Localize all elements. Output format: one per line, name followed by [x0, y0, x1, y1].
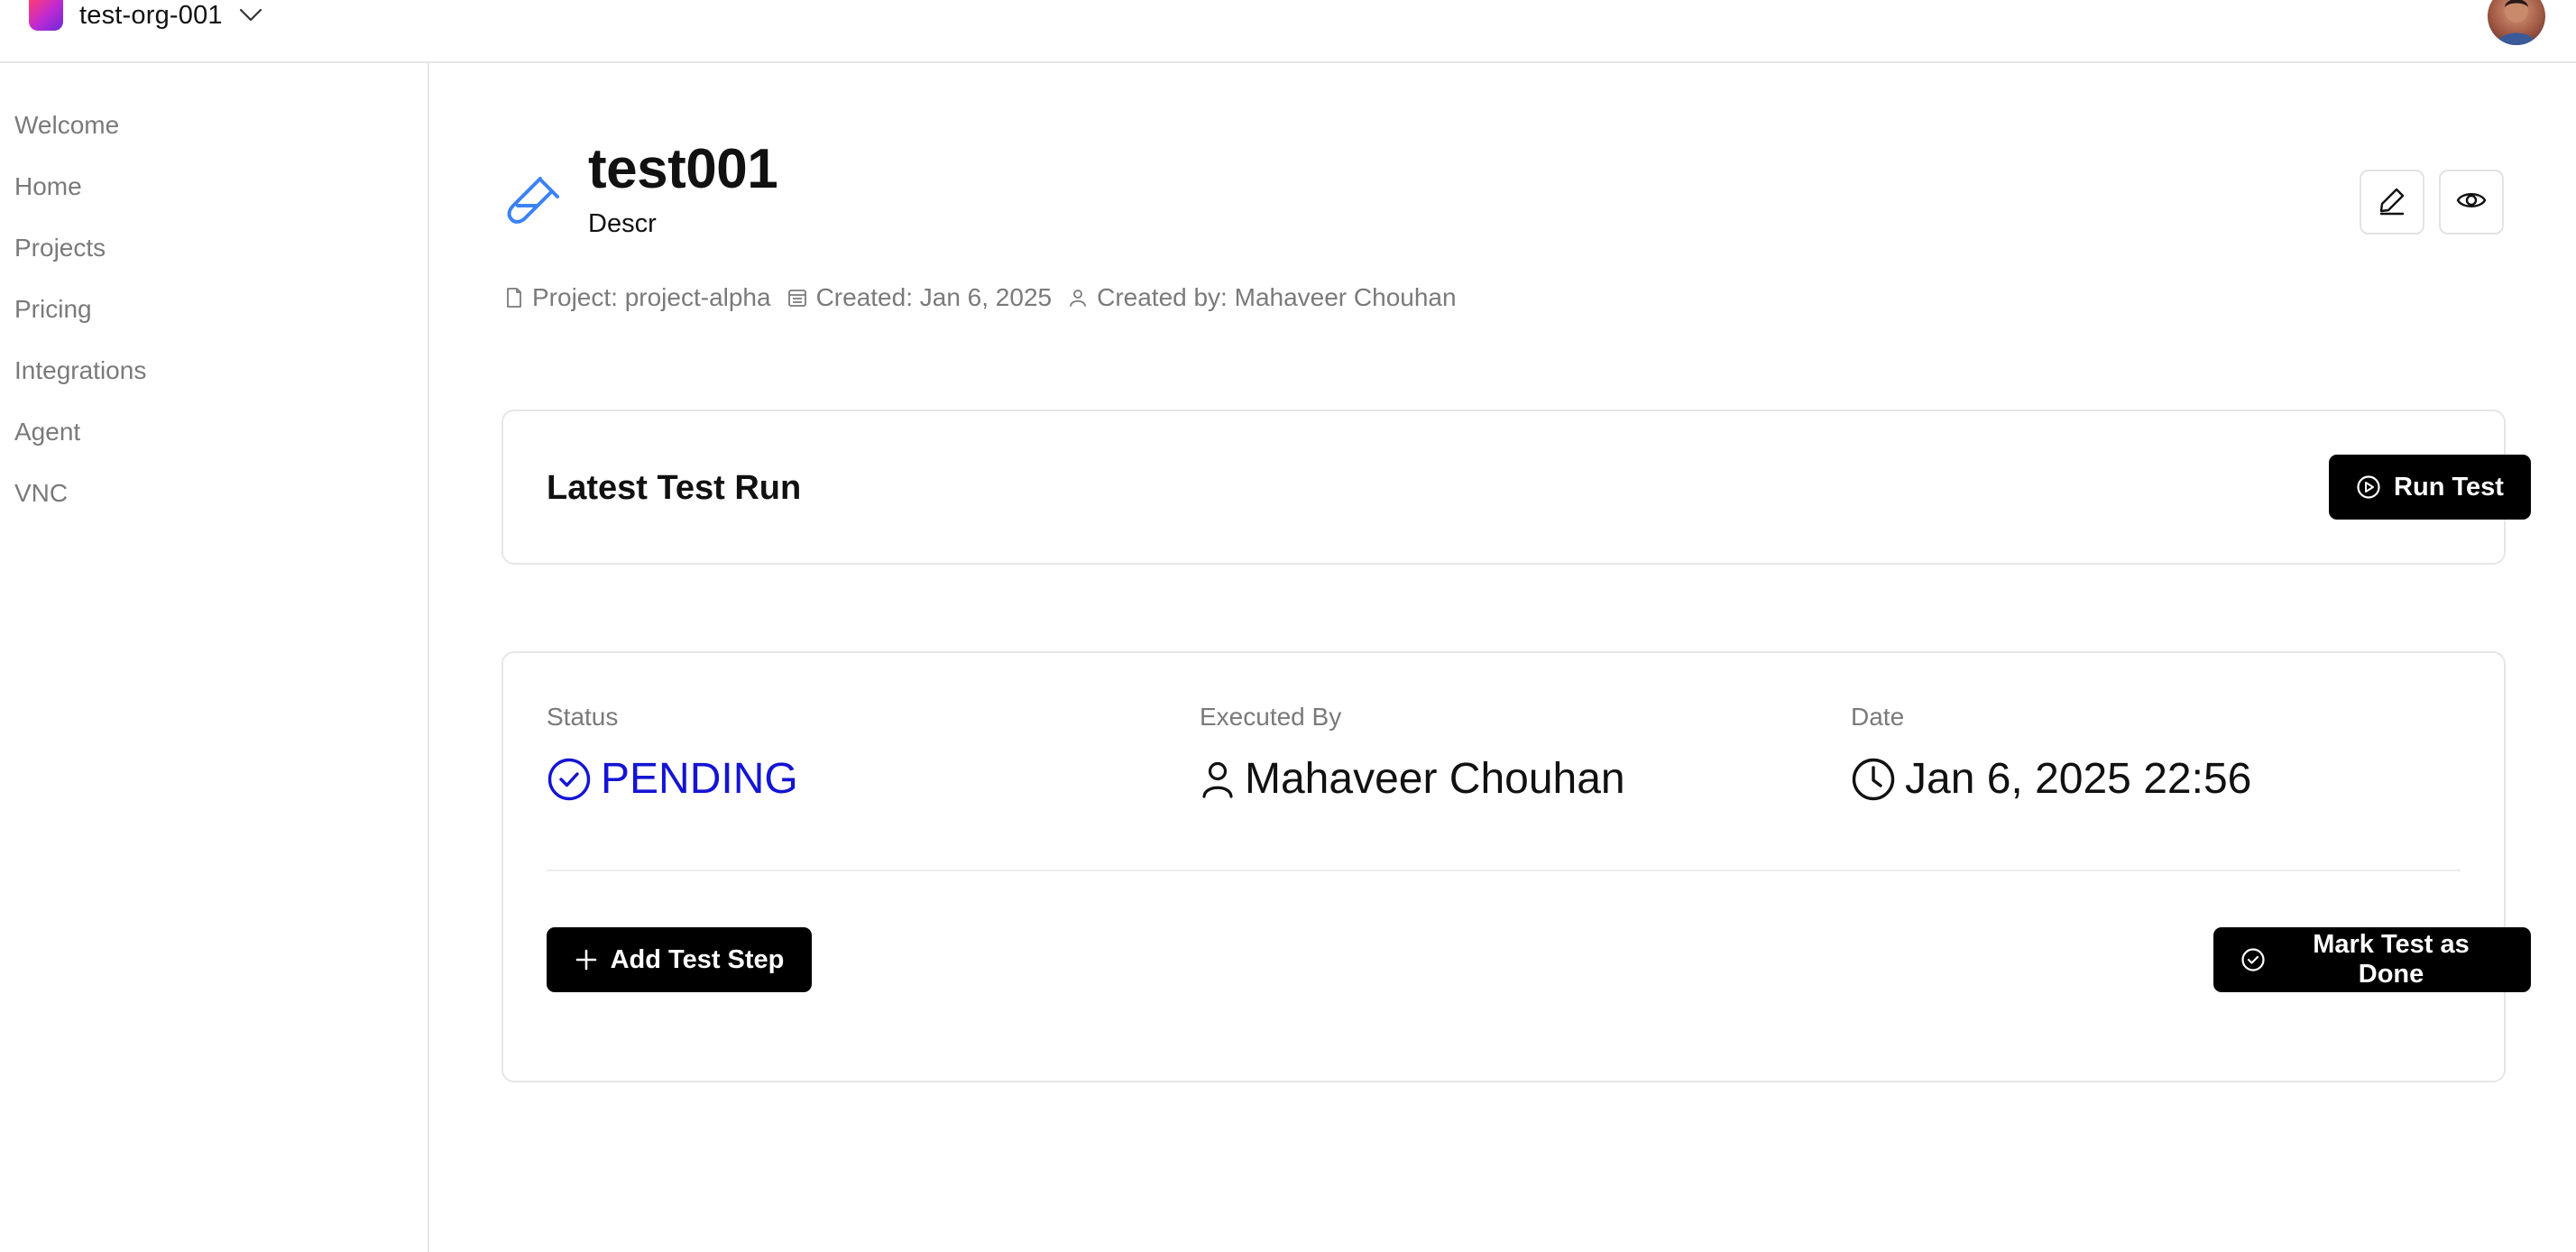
meta-created: Created: Jan 6, 2025 [787, 283, 1053, 312]
check-circle-icon [547, 757, 592, 802]
avatar[interactable] [2488, 0, 2545, 45]
executed-by-value: Mahaveer Chouhan [1245, 755, 1625, 803]
status-column: Status PENDING [547, 702, 798, 806]
check-circle-icon [2240, 947, 2266, 972]
sidebar-item-pricing[interactable]: Pricing [14, 294, 92, 325]
status-value-row: PENDING [547, 752, 798, 806]
test-status-card: Status PENDING Executed By Mahaveer Chou… [501, 651, 2531, 1082]
sidebar-item-agent[interactable]: Agent [14, 417, 80, 447]
sidebar-item-projects[interactable]: Projects [14, 233, 106, 263]
edit-button[interactable] [2360, 170, 2424, 235]
executed-by-column: Executed By Mahaveer Chouhan [1200, 702, 1625, 806]
mark-test-done-label: Mark Test as Done [2313, 930, 2470, 989]
org-switcher[interactable]: test-org-001 [29, 0, 262, 31]
top-bar: test-org-001 [0, 0, 2576, 63]
meta-project: Project: project-alpha [505, 283, 771, 312]
status-badge: PENDING [601, 755, 798, 803]
divider [547, 870, 2461, 871]
latest-run-title: Latest Test Run [547, 469, 802, 507]
sidebar-item-home[interactable]: Home [14, 171, 82, 202]
org-logo [29, 0, 63, 31]
run-test-button[interactable]: Run Test [2329, 455, 2531, 520]
mark-test-done-button[interactable]: Mark Test as Done [2213, 927, 2531, 992]
meta-project-text[interactable]: Project: project-alpha [532, 283, 771, 312]
user-icon [1068, 288, 1088, 308]
add-test-step-button[interactable]: Add Test Step [547, 927, 812, 992]
status-label: Status [547, 703, 619, 731]
main-content: test001 Descr Project: project-alpha Cre… [431, 63, 2576, 1252]
date-value-row: Jan 6, 2025 22:56 [1851, 752, 2251, 806]
add-test-step-label: Add Test Step [610, 944, 785, 974]
page-description: Descr [588, 209, 657, 238]
run-test-label: Run Test [2394, 472, 2504, 502]
page-title: test001 [588, 138, 778, 200]
date-label: Date [1851, 703, 1905, 731]
executed-by-label: Executed By [1200, 703, 1342, 731]
plus-icon [575, 948, 598, 971]
pencil-icon [2377, 185, 2407, 220]
meta-created-by-text: Created by: Mahaveer Chouhan [1097, 283, 1457, 311]
test-meta-row: Project: project-alpha Created: Jan 6, 2… [505, 283, 1457, 312]
meta-created-text: Created: Jan 6, 2025 [815, 283, 1053, 311]
sidebar-item-welcome[interactable]: Welcome [14, 110, 119, 141]
eye-icon [2455, 184, 2488, 221]
executed-by-value-row: Mahaveer Chouhan [1200, 752, 1625, 806]
date-column: Date Jan 6, 2025 22:56 [1851, 702, 2251, 806]
file-icon [505, 287, 523, 308]
sidebar-item-vnc[interactable]: VNC [14, 478, 68, 509]
user-icon [1200, 759, 1236, 799]
date-value: Jan 6, 2025 22:56 [1905, 755, 2252, 803]
test-tube-icon [505, 175, 563, 233]
sidebar-item-integrations[interactable]: Integrations [14, 355, 146, 386]
clock-icon [1851, 757, 1896, 802]
play-circle-icon [2356, 474, 2381, 500]
meta-created-by: Created by: Mahaveer Chouhan [1068, 283, 1457, 312]
latest-run-card: Latest Test Run Run Test [501, 410, 2531, 565]
chevron-down-icon[interactable] [239, 8, 262, 23]
view-button[interactable] [2439, 170, 2504, 235]
calendar-icon [787, 288, 807, 308]
org-name: test-org-001 [79, 0, 223, 30]
sidebar: Welcome Home Projects Pricing Integratio… [0, 63, 429, 1252]
